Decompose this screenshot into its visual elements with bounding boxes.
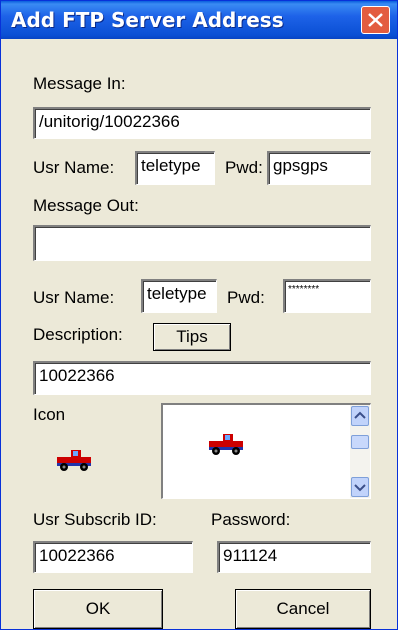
- cancel-button[interactable]: Cancel: [235, 589, 371, 629]
- red-pickup-truck-icon[interactable]: [207, 433, 247, 457]
- dialog-window: Add FTP Server Address Message In: /unit…: [0, 0, 398, 630]
- out-user-name-label: Usr Name:: [33, 288, 115, 307]
- chevron-up-icon: [354, 411, 366, 419]
- scroll-thumb[interactable]: [351, 435, 369, 449]
- subscrib-password-label: Password:: [211, 510, 291, 529]
- message-out-input[interactable]: [33, 225, 371, 261]
- message-in-label: Message In:: [33, 74, 126, 93]
- subscrib-password-input[interactable]: 911124: [217, 541, 371, 573]
- ok-button[interactable]: OK: [33, 589, 163, 629]
- in-user-name-input[interactable]: teletype: [135, 151, 215, 185]
- icon-listbox[interactable]: [161, 403, 371, 499]
- in-password-input[interactable]: gpsgps: [267, 151, 371, 185]
- message-in-input[interactable]: /unitorig/10022366: [33, 107, 371, 139]
- description-input[interactable]: 10022366: [33, 361, 371, 395]
- tips-button[interactable]: Tips: [153, 323, 231, 351]
- in-user-name-label: Usr Name:: [33, 158, 115, 177]
- out-user-name-input[interactable]: teletype: [141, 279, 217, 313]
- dialog-body: Message In: /unitorig/10022366 Usr Name:…: [5, 39, 393, 629]
- out-password-label: Pwd:: [227, 288, 265, 307]
- red-pickup-truck-icon: [57, 450, 91, 471]
- icon-label: Icon: [33, 405, 66, 424]
- subscrib-id-label: Usr Subscrib ID:: [33, 510, 157, 529]
- window-title: Add FTP Server Address: [11, 8, 284, 32]
- close-icon: [368, 13, 383, 27]
- out-password-input[interactable]: ********: [283, 279, 371, 313]
- message-out-label: Message Out:: [33, 196, 139, 215]
- icon-scrollbar[interactable]: [350, 405, 370, 498]
- chevron-down-icon: [354, 484, 366, 492]
- title-bar[interactable]: Add FTP Server Address: [1, 1, 397, 39]
- subscrib-id-input[interactable]: 10022366: [33, 541, 193, 573]
- scroll-up-button[interactable]: [351, 406, 369, 426]
- close-button[interactable]: [361, 6, 390, 34]
- in-password-label: Pwd:: [225, 158, 263, 177]
- scroll-down-button[interactable]: [351, 477, 369, 497]
- description-label: Description:: [33, 325, 123, 344]
